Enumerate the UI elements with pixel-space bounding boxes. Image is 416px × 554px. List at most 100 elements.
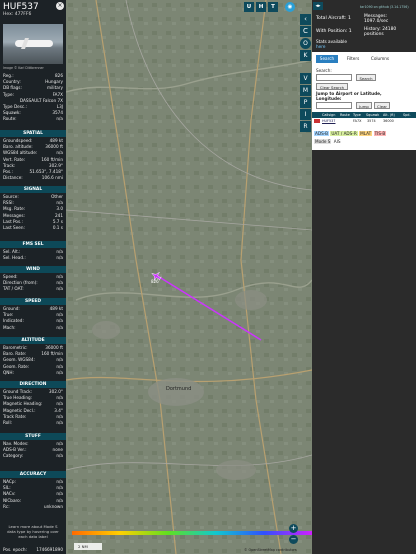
field-value: n/a <box>56 363 63 369</box>
field-label: Type Desc.: <box>3 104 27 109</box>
field-label: Distance: <box>3 175 23 181</box>
field-value: 36000 ft <box>45 345 63 350</box>
legend-tisb: TIS-B <box>373 131 387 136</box>
table-row[interactable]: HUF537 FA7X 3574 36000 <box>312 118 416 124</box>
toolbar-v-button[interactable]: V <box>300 73 311 84</box>
details-row: Reg.: 826 <box>3 73 63 79</box>
field-label: Sel. Head.: <box>3 255 26 261</box>
field-value: n/a <box>56 420 63 425</box>
zoom-in-button[interactable]: + <box>289 524 298 533</box>
section-fms: FMS SEL <box>0 241 66 248</box>
field-value: L3J <box>56 104 63 109</box>
speed-row: Mach: n/a <box>3 325 63 331</box>
field-value: 489 kt <box>49 138 63 143</box>
accuracy-row: Rc: unknown <box>3 504 63 510</box>
tab-search[interactable]: Search <box>316 55 338 63</box>
clear-jump-button[interactable]: Clear <box>374 102 390 109</box>
legend-uat: UAT / ADS-R <box>330 131 358 136</box>
aircraft-photo[interactable] <box>3 24 63 64</box>
search-label: Search: <box>316 68 332 73</box>
field-label: Direction (from): <box>3 280 38 286</box>
spatial-row: Pos.: 51.653°, 7.418° <box>3 169 63 175</box>
field-value: n/a <box>56 441 63 446</box>
version-link[interactable]: tar1090 on github (3.14.1756) <box>360 5 409 9</box>
stuff-row: Category: n/a <box>3 453 63 459</box>
pos-epoch-value: 1746691890 <box>36 547 63 552</box>
field-label: Magnetic Heading: <box>3 401 43 407</box>
toolbar-r-button[interactable]: R <box>300 121 311 132</box>
section-speed: SPEED <box>0 298 66 305</box>
field-label: Barometric: <box>3 345 28 350</box>
field-value: 3.4° <box>54 407 63 413</box>
toolbar-k-button[interactable]: K <box>300 50 311 61</box>
toolbar-m-button[interactable]: M <box>300 85 311 96</box>
toolbar-h-button[interactable]: H <box>256 2 266 12</box>
field-label: Mach: <box>3 324 16 330</box>
field-label: Squawk: <box>3 110 21 116</box>
details-row: Type: FA7X <box>3 92 63 98</box>
details-row: DASSAULT Falcon 7X <box>3 98 63 104</box>
row-alt: 36000 <box>383 119 394 123</box>
chevron-left-icon[interactable]: ‹ <box>300 14 311 25</box>
settings-icon[interactable]: ◉ <box>285 2 295 12</box>
field-value: n/a <box>56 324 63 330</box>
field-value: 51.653°, 7.418° <box>29 169 64 174</box>
row-callsign[interactable]: HUF537 <box>322 118 335 124</box>
field-value: DASSAULT Falcon 7X <box>19 97 63 103</box>
legend: ADS-B UAT / ADS-R MLAT TIS-B <box>314 131 387 136</box>
field-value: 160 ft/min <box>41 351 63 357</box>
field-label: Last Pos.: <box>3 218 23 224</box>
map-view[interactable]: 826 Dortmund 2 NM © OpenStreetMap contri… <box>66 0 312 554</box>
field-value: n/a <box>56 274 63 279</box>
tab-columns[interactable]: Columns <box>368 55 392 63</box>
city-label: Dortmund <box>166 386 191 392</box>
map-canvas[interactable]: 826 Dortmund 2 NM © OpenStreetMap contri… <box>66 0 312 554</box>
field-value: FA7X <box>52 91 63 97</box>
stats-link[interactable]: here <box>316 44 325 49</box>
aircraft-info-panel: HUF537 Hex: 477FF6 × Image © Karl Dittbr… <box>0 0 66 554</box>
field-value: 3574 <box>52 110 63 116</box>
zoom-out-button[interactable]: − <box>289 535 298 544</box>
field-label: Route: <box>3 116 17 122</box>
fms-row: Sel. Head.: n/a <box>3 255 63 261</box>
jump-input[interactable] <box>316 102 352 109</box>
jump-button[interactable]: Jump <box>356 102 372 109</box>
field-value: 241 <box>55 212 63 218</box>
direction-row: Magnetic Heading: n/a <box>3 401 63 407</box>
close-icon[interactable]: × <box>56 2 64 10</box>
field-label: Magnetic Decl.: <box>3 407 36 413</box>
field-label: Sel. Alt.: <box>3 249 21 254</box>
collapse-icon[interactable]: ◂▸ <box>313 2 323 10</box>
field-value: n/a <box>56 150 63 156</box>
field-label: Type: <box>3 91 15 97</box>
field-value: n/a <box>56 369 63 375</box>
row-squawk: 3574 <box>367 119 376 123</box>
field-value: n/a <box>56 357 63 363</box>
direction-row: Track Rate: n/a <box>3 414 63 420</box>
field-label: TAT / OAT: <box>3 286 24 292</box>
toolbar-u-button[interactable]: U <box>244 2 254 12</box>
search-button[interactable]: Search <box>356 74 376 81</box>
toolbar-o-button[interactable]: O <box>300 38 311 49</box>
section-direction: DIRECTION <box>0 381 66 388</box>
field-label: Pos.: <box>3 169 13 174</box>
field-value: 160 ft/min <box>41 156 63 162</box>
field-value: n/a <box>56 116 63 122</box>
clear-search-button[interactable]: Clear Search <box>316 83 348 90</box>
toolbar-c-button[interactable]: C <box>300 26 311 37</box>
section-signal: SIGNAL <box>0 186 66 193</box>
aircraft-map-label: 826 <box>151 279 159 284</box>
toolbar-i-button[interactable]: I <box>300 109 311 120</box>
field-value: n/a <box>56 249 63 254</box>
spatial-row: Track: 302.9° <box>3 163 63 169</box>
field-value: 3.0 <box>56 206 63 212</box>
toolbar-t-button[interactable]: T <box>268 2 278 12</box>
field-value: n/a <box>56 255 63 261</box>
field-value: n/a <box>56 200 63 206</box>
field-value: 302.9° <box>48 162 63 168</box>
tab-filters[interactable]: Filters <box>342 55 364 63</box>
altitude-color-bar <box>72 531 312 535</box>
search-input[interactable] <box>316 74 352 81</box>
field-value: n/a <box>56 485 63 491</box>
toolbar-p-button[interactable]: P <box>300 97 311 108</box>
